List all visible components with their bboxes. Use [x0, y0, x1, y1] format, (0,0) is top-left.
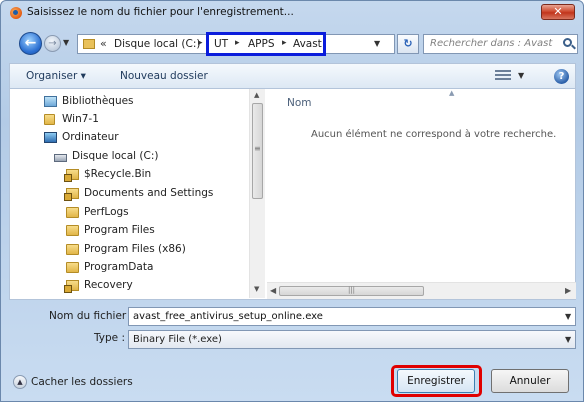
- navigation-scrollbar[interactable]: ▲ ▼: [249, 89, 265, 298]
- search-input[interactable]: Rechercher dans : Avast: [423, 34, 578, 54]
- view-dropdown-icon[interactable]: ▼: [518, 71, 524, 80]
- folder-icon: [66, 262, 79, 273]
- tree-item-label: Program Files: [84, 224, 155, 236]
- tree-item-label: $Recycle.Bin: [84, 168, 152, 180]
- search-placeholder: Rechercher dans : Avast: [430, 38, 553, 49]
- tree-item-label: Ordinateur: [62, 131, 119, 143]
- folder-icon: [83, 39, 95, 49]
- type-label: Type :: [94, 332, 125, 344]
- cancel-button[interactable]: Annuler: [491, 369, 569, 393]
- address-overflow-chevron[interactable]: «: [100, 37, 107, 50]
- folder-icon: [66, 225, 79, 236]
- view-options-icon[interactable]: [495, 70, 511, 82]
- save-dialog-window: Saisissez le nom du fichier pour l'enreg…: [0, 0, 584, 402]
- breadcrumb-drive[interactable]: Disque local (C:): [114, 38, 200, 50]
- breadcrumb-separator-icon[interactable]: ▸: [198, 38, 203, 48]
- scroll-up-icon[interactable]: ▲: [254, 91, 259, 99]
- path-highlight-box: [206, 32, 326, 56]
- back-button[interactable]: ←: [19, 32, 42, 55]
- address-dropdown-icon[interactable]: ▼: [374, 39, 380, 48]
- type-dropdown-icon[interactable]: ▼: [565, 335, 571, 344]
- scrollbar-thumb[interactable]: |||: [279, 286, 424, 296]
- organize-button[interactable]: Organiser ▾: [26, 70, 86, 82]
- scroll-right-icon[interactable]: ▶: [565, 286, 571, 295]
- sort-arrow-icon: ▲: [449, 89, 455, 97]
- folder-icon: [66, 207, 79, 218]
- recent-pages-dropdown-icon[interactable]: ▼: [63, 38, 69, 47]
- filename-input[interactable]: [128, 307, 576, 326]
- tree-item-label: Recovery: [84, 279, 133, 291]
- command-toolbar: Organiser ▾ Nouveau dossier ▼ ?: [9, 63, 576, 89]
- filename-dropdown-icon[interactable]: ▼: [565, 312, 571, 321]
- title-bar: Saisissez le nom du fichier pour l'enreg…: [1, 1, 583, 25]
- forward-button[interactable]: →: [44, 35, 61, 52]
- scroll-left-icon[interactable]: ◀: [270, 286, 276, 295]
- search-icon[interactable]: [563, 38, 572, 47]
- locked-folder-icon: [64, 188, 79, 201]
- computer-icon: [44, 132, 57, 143]
- tree-item-label: Documents and Settings: [84, 187, 214, 199]
- navigation-pane[interactable]: Bibliothèques Win7-1 Ordinateur Disque l…: [10, 89, 266, 299]
- refresh-button[interactable]: ↻: [397, 34, 419, 54]
- browser-area: Bibliothèques Win7-1 Ordinateur Disque l…: [9, 89, 576, 300]
- locked-folder-icon: [64, 280, 79, 293]
- app-icon: [10, 7, 22, 19]
- column-header-nom[interactable]: Nom: [287, 97, 312, 109]
- scroll-down-icon[interactable]: ▼: [254, 285, 259, 293]
- file-list-horizontal-scrollbar[interactable]: ◀ ||| ▶: [267, 282, 576, 299]
- tree-item-label: Disque local (C:): [72, 150, 159, 162]
- new-folder-button[interactable]: Nouveau dossier: [120, 70, 208, 82]
- folder-icon: [66, 244, 79, 255]
- empty-list-message: Aucun élément ne correspond à votre rech…: [311, 129, 557, 140]
- tree-item-label: Bibliothèques: [62, 95, 134, 107]
- locked-folder-icon: [64, 169, 79, 182]
- close-button[interactable]: ✕: [541, 4, 575, 20]
- filename-label: Nom du fichier :: [49, 310, 134, 322]
- help-icon[interactable]: ?: [554, 69, 569, 84]
- library-icon: [44, 96, 57, 107]
- address-bar[interactable]: « Disque local (C:) ▸ UT ▸ APPS ▸ Avast …: [77, 32, 395, 56]
- window-title: Saisissez le nom du fichier pour l'enreg…: [27, 6, 294, 18]
- tree-item-label: PerfLogs: [84, 206, 129, 218]
- file-type-select[interactable]: Binary File (*.exe): [128, 330, 576, 349]
- tree-item-label: ProgramData: [84, 261, 154, 273]
- drive-icon: [54, 154, 67, 162]
- user-icon: [44, 114, 55, 125]
- collapse-up-icon[interactable]: ▲: [13, 375, 27, 389]
- tree-item-label: Program Files (x86): [84, 243, 186, 255]
- tree-item-label: Win7-1: [62, 113, 99, 125]
- save-highlight-box: [391, 365, 482, 397]
- scrollbar-thumb[interactable]: [252, 103, 263, 199]
- file-list-pane[interactable]: ▲ Nom Aucun élément ne correspond à votr…: [267, 89, 576, 299]
- hide-folders-button[interactable]: Cacher les dossiers: [31, 376, 133, 388]
